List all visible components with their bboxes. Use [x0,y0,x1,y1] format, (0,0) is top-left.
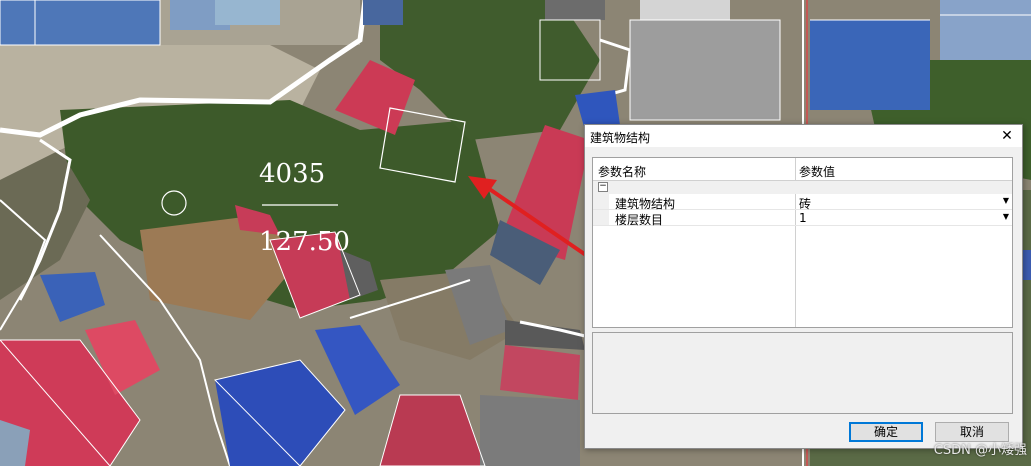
row-gutter [593,194,609,209]
property-row-floors[interactable]: 楼层数目 1 ▼ [593,210,1012,227]
dropdown-arrow-icon[interactable]: ▼ [1003,212,1009,221]
parcel-number-label: 4035 [259,159,325,189]
category-row[interactable]: − [593,181,1012,194]
watermark: CSDN @小矮强 [933,443,1027,458]
grid-header: 参数名称 参数值 [593,158,1012,181]
ok-button[interactable]: 确定 [849,422,923,442]
close-icon[interactable]: ✕ [998,127,1016,145]
dialog-title: 建筑物结构 [590,131,651,145]
description-panel [592,332,1013,414]
column-header-name[interactable]: 参数名称 [598,163,646,180]
dropdown-arrow-icon[interactable]: ▼ [1003,196,1009,205]
parcel-area-label: 127.50 [259,227,350,257]
dialog-titlebar[interactable]: 建筑物结构 ✕ [585,125,1022,147]
row-gutter [593,210,609,225]
property-name: 楼层数目 [615,213,664,227]
property-value[interactable]: 1 [799,211,807,225]
property-row-structure[interactable]: 建筑物结构 砖 ▼ [593,194,1012,211]
column-header-value[interactable]: 参数值 [799,163,835,180]
collapse-icon[interactable]: − [598,182,608,192]
building-structure-dialog: 建筑物结构 ✕ 参数名称 参数值 − 建筑物结构 砖 ▼ 楼层数目 1 ▼ 确定… [584,124,1023,449]
property-grid[interactable]: 参数名称 参数值 − 建筑物结构 砖 ▼ 楼层数目 1 ▼ [592,157,1013,328]
